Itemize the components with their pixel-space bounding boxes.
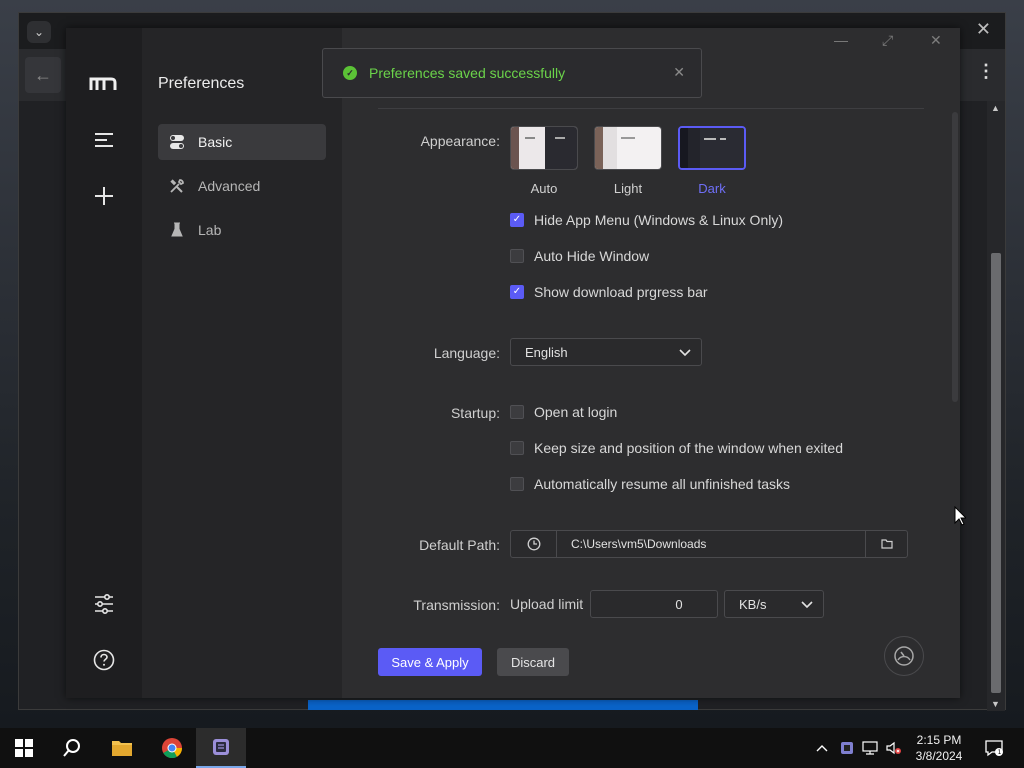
speedometer-icon[interactable]: [884, 636, 924, 676]
theme-dark-label: Dark: [698, 181, 726, 196]
upload-unit-select[interactable]: KB/s: [724, 590, 824, 618]
motrix-taskbar-icon[interactable]: [196, 728, 246, 768]
tools-icon: [168, 177, 186, 195]
add-task-icon[interactable]: [84, 176, 124, 216]
main-scrollbar[interactable]: [952, 112, 958, 402]
auto-hide-window-option[interactable]: Auto Hide Window: [510, 248, 649, 264]
chevron-down-icon: [801, 597, 813, 612]
resume-tasks-checkbox[interactable]: [510, 477, 524, 491]
show-progress-bar-label: Show download prgress bar: [534, 284, 708, 300]
preferences-main: — ⤢ ✕ Appearance: Auto Light Dark ✓ Hide…: [342, 28, 960, 698]
page-scrollbar[interactable]: ▲ ▼: [987, 101, 1005, 711]
app-rail: [66, 28, 142, 698]
chevron-down-icon: [679, 345, 691, 360]
language-select[interactable]: English: [510, 338, 702, 366]
default-path-input[interactable]: [557, 531, 865, 557]
hide-app-menu-checkbox[interactable]: ✓: [510, 213, 524, 227]
mouse-pointer-icon: [954, 505, 968, 531]
resume-tasks-label: Automatically resume all unfinished task…: [534, 476, 791, 492]
volume-muted-icon[interactable]: [886, 728, 902, 768]
clock-date: 3/8/2024: [915, 749, 963, 763]
language-value: English: [525, 344, 568, 360]
theme-light-label: Light: [613, 181, 643, 196]
browser-close-icon[interactable]: ✕: [976, 19, 991, 40]
default-path-field: [510, 530, 908, 558]
show-hidden-icons-icon[interactable]: [816, 728, 828, 768]
file-explorer-icon[interactable]: [98, 728, 146, 768]
nav-label-lab: Lab: [198, 222, 222, 238]
minimize-icon[interactable]: —: [834, 32, 848, 48]
toggle-icon: [168, 133, 186, 151]
preferences-sidebar: Preferences Basic Advanced Lab: [142, 28, 342, 698]
clock-time: 2:15 PM: [916, 733, 962, 747]
keep-window-size-checkbox[interactable]: [510, 441, 524, 455]
nav-item-advanced[interactable]: Advanced: [158, 168, 326, 204]
history-clock-icon[interactable]: [511, 531, 557, 557]
nav-label-advanced: Advanced: [198, 178, 261, 194]
hide-app-menu-label: Hide App Menu (Windows & Linux Only): [534, 212, 783, 228]
toast-message: Preferences saved successfully: [369, 65, 566, 81]
open-at-login-label: Open at login: [534, 404, 618, 420]
show-progress-bar-checkbox[interactable]: ✓: [510, 285, 524, 299]
tab-search-dropdown-icon[interactable]: ⌄: [27, 21, 51, 43]
tray-app-icon[interactable]: [840, 728, 854, 768]
theme-light-thumbnail[interactable]: [594, 126, 662, 170]
svg-text:1: 1: [998, 749, 1002, 756]
keep-window-size-label: Keep size and position of the window whe…: [534, 440, 843, 456]
close-window-icon[interactable]: ✕: [930, 32, 942, 49]
back-arrow-icon[interactable]: ←: [25, 57, 61, 93]
nav-label-basic: Basic: [198, 134, 233, 150]
taskbar-clock[interactable]: 2:15 PM 3/8/2024: [908, 732, 970, 764]
help-icon[interactable]: [84, 640, 124, 680]
nav-item-lab[interactable]: Lab: [158, 212, 326, 248]
notification-center-icon[interactable]: 1: [984, 728, 1004, 768]
success-check-icon: ✓: [343, 66, 357, 80]
windows-taskbar: 2:15 PM 3/8/2024 1: [0, 728, 1024, 768]
hide-app-menu-option[interactable]: ✓ Hide App Menu (Windows & Linux Only): [510, 212, 783, 228]
search-icon[interactable]: [48, 728, 96, 768]
upload-limit-stepper: [590, 590, 776, 618]
sidebar-title: Preferences: [158, 75, 245, 92]
keep-window-size-option[interactable]: Keep size and position of the window whe…: [510, 440, 843, 456]
network-icon[interactable]: [862, 728, 878, 768]
theme-auto-label: Auto: [530, 181, 558, 196]
flask-icon: [168, 221, 186, 239]
resume-tasks-option[interactable]: Automatically resume all unfinished task…: [510, 476, 790, 492]
preferences-window: Preferences Basic Advanced Lab — ⤢ ✕ App…: [66, 28, 960, 698]
task-list-icon[interactable]: [84, 120, 124, 160]
appearance-label: Appearance:: [420, 133, 500, 149]
toast-close-icon[interactable]: ✕: [673, 64, 685, 81]
language-label: Language:: [433, 345, 500, 361]
folder-icon[interactable]: [865, 531, 907, 557]
open-at-login-checkbox[interactable]: [510, 405, 524, 419]
transmission-label: Transmission:: [413, 597, 500, 613]
show-progress-bar-option[interactable]: ✓ Show download prgress bar: [510, 284, 708, 300]
auto-hide-window-label: Auto Hide Window: [534, 248, 650, 264]
open-at-login-option[interactable]: Open at login: [510, 404, 617, 420]
section-divider: [378, 108, 924, 109]
download-progress-bar: [308, 700, 698, 710]
theme-auto-thumbnail[interactable]: [510, 126, 578, 170]
upload-unit-value: KB/s: [739, 596, 767, 612]
maximize-icon[interactable]: ⤢: [882, 32, 893, 49]
chrome-icon[interactable]: [148, 728, 196, 768]
scroll-up-arrow-icon[interactable]: ▲: [991, 103, 1000, 113]
preferences-sliders-icon[interactable]: [84, 584, 124, 624]
auto-hide-window-checkbox[interactable]: [510, 249, 524, 263]
startup-label: Startup:: [450, 405, 500, 421]
default-path-label: Default Path:: [419, 537, 500, 553]
motrix-logo-icon[interactable]: [84, 64, 124, 104]
discard-button[interactable]: Discard: [497, 648, 569, 676]
upload-limit-label: Upload limit: [510, 596, 584, 612]
success-toast: ✓ Preferences saved successfully ✕: [322, 48, 702, 98]
kebab-menu-icon[interactable]: ⋮: [977, 61, 995, 82]
windows-start-icon[interactable]: [0, 728, 48, 768]
theme-dark-thumbnail[interactable]: [678, 126, 746, 170]
scroll-down-arrow-icon[interactable]: ▼: [991, 699, 1000, 709]
nav-item-basic[interactable]: Basic: [158, 124, 326, 160]
scrollbar-thumb[interactable]: [991, 253, 1001, 693]
save-apply-button[interactable]: Save & Apply: [378, 648, 482, 676]
